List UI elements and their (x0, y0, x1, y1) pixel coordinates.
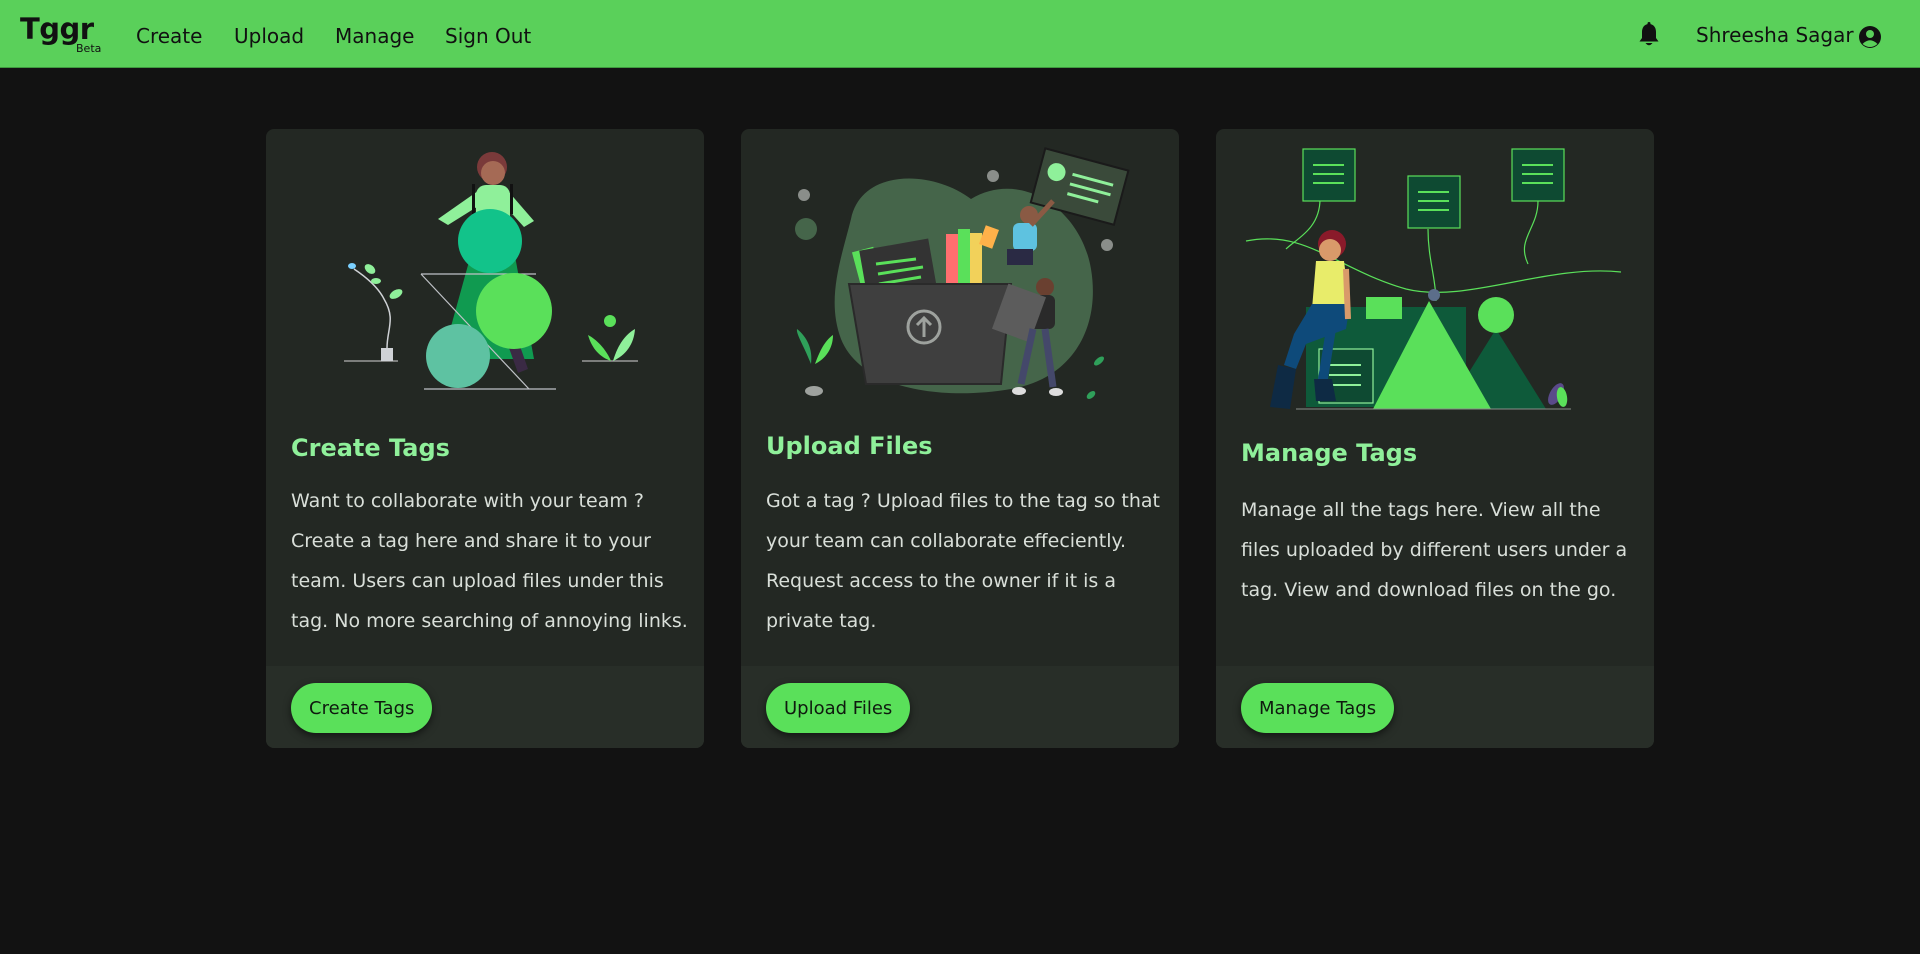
woman-sitting-network-illustration (1245, 148, 1622, 410)
upload-files-button[interactable]: Upload Files (766, 683, 911, 733)
card-title: Create Tags (291, 434, 450, 462)
brand-name[interactable]: Tggr (20, 12, 94, 46)
manage-tags-card: Manage Tags Manage all the tags here. Vi… (1216, 129, 1654, 748)
nav-sign-out-link[interactable]: Sign Out (445, 24, 531, 48)
woman-with-shapes-illustration (344, 152, 638, 390)
brand-logo[interactable]: Tggr Beta (20, 10, 110, 58)
card-description: Got a tag ? Upload files to the tag so t… (766, 490, 1160, 632)
card-description: Manage all the tags here. View all the f… (1241, 499, 1628, 601)
user-name-menu[interactable]: Shreesha Sagar (1696, 23, 1854, 47)
upload-folder-illustration (795, 147, 1130, 399)
user-circle-icon[interactable] (1858, 25, 1882, 49)
upload-files-card: Upload Files Got a tag ? Upload files to… (741, 129, 1179, 748)
create-tags-card: Create Tags Want to collaborate with you… (266, 129, 704, 748)
top-navbar: Tggr Beta Create Upload Manage Sign Out … (0, 0, 1920, 68)
bell-icon[interactable] (1638, 22, 1660, 48)
card-description: Want to collaborate with your team ? Cre… (291, 490, 688, 632)
nav-create-link[interactable]: Create (136, 24, 202, 48)
nav-manage-link[interactable]: Manage (335, 24, 414, 48)
create-tags-button[interactable]: Create Tags (291, 683, 433, 733)
brand-beta-tag: Beta (76, 42, 102, 55)
card-title: Manage Tags (1241, 439, 1418, 467)
card-title: Upload Files (766, 432, 933, 460)
manage-tags-button[interactable]: Manage Tags (1241, 683, 1395, 733)
nav-upload-link[interactable]: Upload (234, 24, 304, 48)
